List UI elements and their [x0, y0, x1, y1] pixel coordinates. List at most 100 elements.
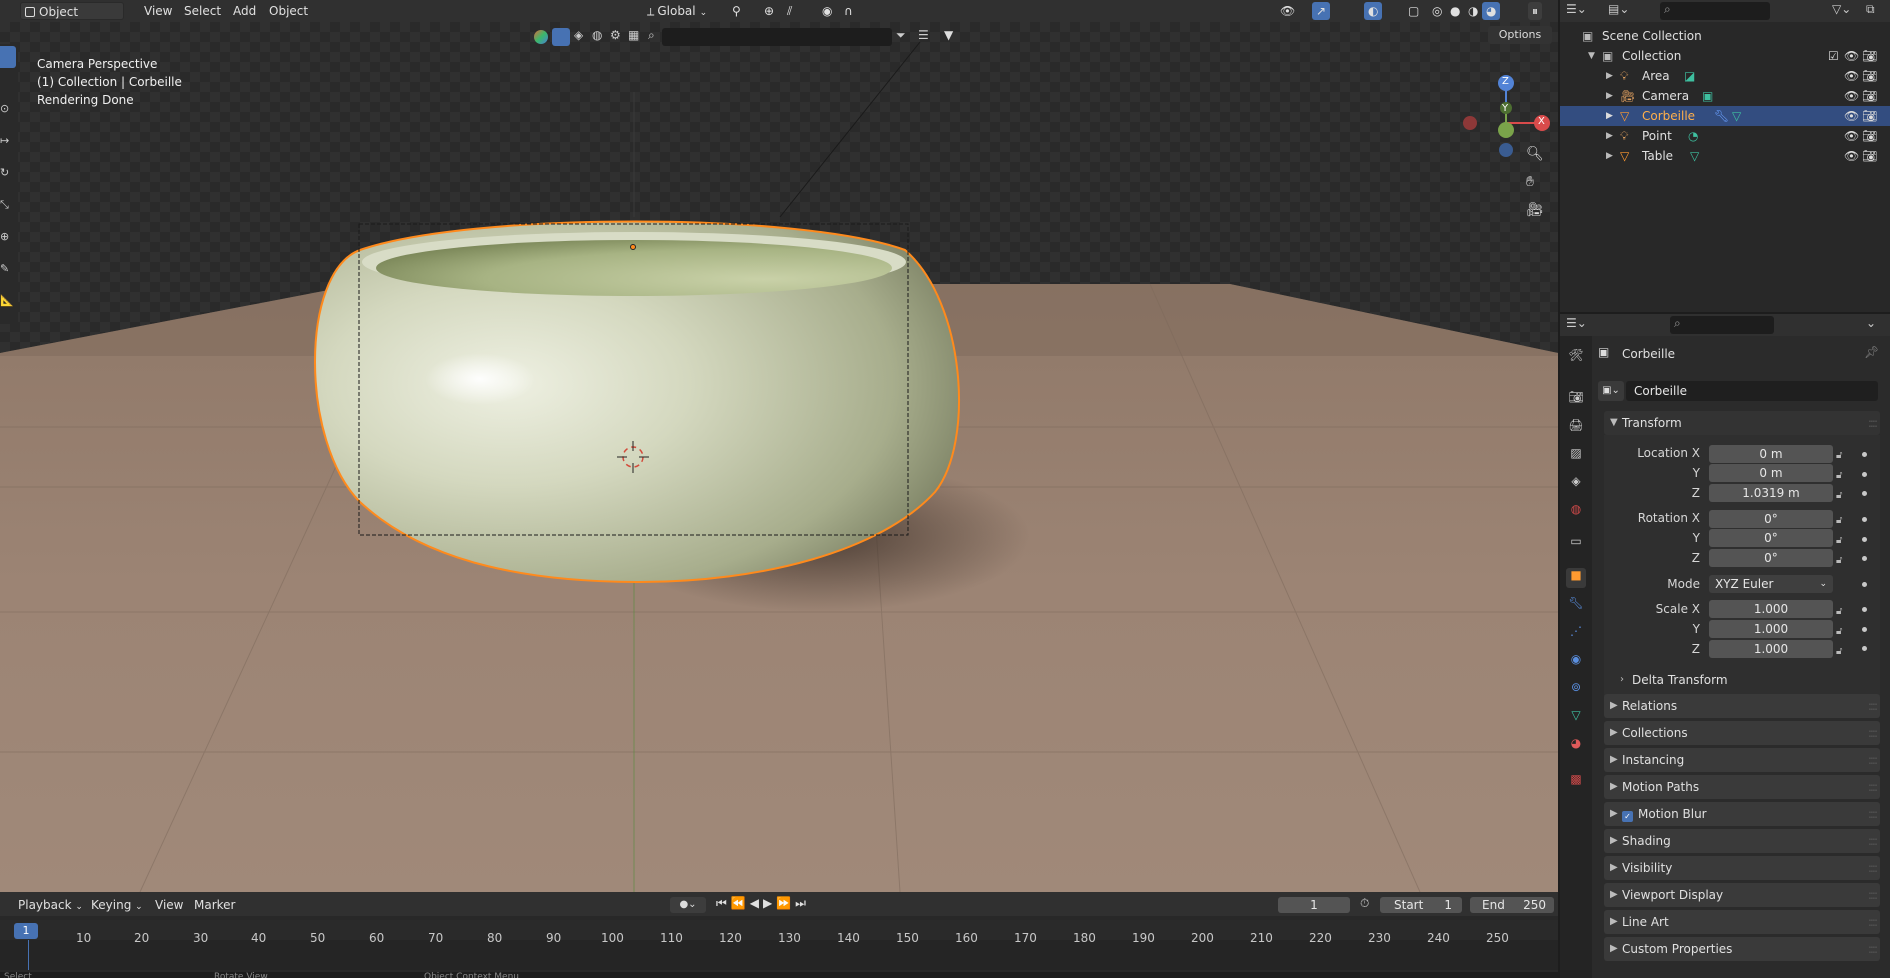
overlay-toggle-icon[interactable]: ◐ [1364, 2, 1383, 20]
texture-tab-icon[interactable]: ▩ [1566, 772, 1586, 792]
xray-icon[interactable]: ▢ [1404, 2, 1423, 20]
eye-icon[interactable]: 👁︎ [1844, 146, 1859, 166]
transform-tool-icon[interactable]: ⊕ [0, 230, 9, 243]
scale-tool-icon[interactable]: ⤡ [0, 198, 9, 212]
view-layer-icon[interactable] [552, 28, 570, 46]
custom-properties-panel[interactable]: ▶ Custom Properties:::: [1604, 937, 1880, 961]
options-button[interactable]: Options [1488, 26, 1552, 44]
menu-select[interactable]: Select [180, 2, 225, 20]
menu-object[interactable]: Object [265, 2, 312, 20]
end-frame-field[interactable]: End 250 [1470, 897, 1554, 913]
render-icon[interactable]: 📷︎ [1862, 66, 1877, 86]
transform-panel-header[interactable]: ▼ Transform :::: [1604, 411, 1880, 435]
outliner-item-area[interactable]: ▶ 💡︎ Area ◪ 👁︎ 📷︎ [1560, 66, 1890, 86]
expand-icon[interactable]: ▼ [1588, 46, 1595, 66]
relations-panel[interactable]: ▶ Relations:::: [1604, 694, 1880, 718]
properties-search-input[interactable] [1670, 316, 1774, 334]
3d-viewport[interactable]: ⊙ ↦ ↻ ⤡ ⊕ ✎ 📐 Camera Perspective (1) Col… [0, 22, 1558, 892]
playhead-frame[interactable]: 1 [14, 923, 38, 939]
lock-icon[interactable]: 🔓︎ 🔓︎ 🔓︎ [1836, 602, 1842, 662]
filter-icon[interactable]: ▽⌄ [1832, 2, 1851, 16]
keyframe-dot[interactable] [1862, 556, 1867, 561]
drag-handle-icon[interactable]: :::: [1868, 937, 1878, 961]
scale-x-field[interactable]: 1.000 [1709, 600, 1833, 618]
visibility-icon[interactable]: 👁 [1276, 2, 1299, 20]
scale-y-field[interactable]: 1.000 [1709, 620, 1833, 638]
camera-view-icon[interactable]: 🎥︎ [1526, 202, 1544, 218]
pause-render-icon[interactable]: ⏸ [1528, 2, 1543, 20]
funnel-icon[interactable]: ▼ [944, 28, 953, 42]
data-tab-icon[interactable]: ▽ [1566, 708, 1586, 728]
drag-handle-icon[interactable]: :::: [1868, 883, 1878, 907]
menu-keying[interactable]: Keying ⌄ [87, 896, 147, 914]
shading-solid-icon[interactable]: ● [1446, 2, 1464, 20]
menu-timeline-view[interactable]: View [151, 896, 187, 914]
outliner-item-corbeille[interactable]: ▶ ▽ Corbeille 🔧︎ ▽ 👁︎ 📷︎ [1560, 106, 1890, 126]
render-engine-icon[interactable] [534, 30, 548, 44]
outliner-search-input[interactable] [1660, 2, 1770, 20]
object-name-field[interactable]: Corbeille [1626, 381, 1878, 401]
view-layer-tab-icon[interactable]: ▨ [1566, 446, 1586, 466]
chevron-down-icon[interactable]: ⌄ [1866, 316, 1876, 330]
keyframe-dot[interactable] [1862, 472, 1867, 477]
rotation-x-field[interactable]: 0° [1709, 510, 1833, 528]
eye-icon[interactable]: 👁︎ [1844, 46, 1859, 66]
drag-handle-icon[interactable]: :::: [1868, 748, 1878, 772]
move-tool-icon[interactable]: ↦ [0, 134, 9, 147]
drag-handle-icon[interactable]: :::: [1868, 856, 1878, 880]
snap-target-icon[interactable]: ⫽ [783, 2, 796, 20]
collection-tab-icon[interactable]: ▭ [1566, 534, 1586, 554]
motion-blur-panel[interactable]: ▶ ✓ Motion Blur:::: [1604, 802, 1880, 826]
rotation-z-field[interactable]: 0° [1709, 549, 1833, 567]
render-icon[interactable]: 📷︎ [1862, 46, 1877, 66]
playback-controls[interactable]: ⏮⏪◀▶⏩⏭ [716, 896, 810, 911]
render-icon[interactable]: 📷︎ [1862, 86, 1877, 106]
world-tab-icon[interactable]: ◍ [1566, 502, 1586, 522]
keyframe-dot[interactable] [1862, 582, 1867, 587]
gizmo-toggle-icon[interactable]: ↗ [1312, 2, 1331, 20]
material-tab-icon[interactable]: ◕ [1566, 736, 1586, 756]
drag-handle-icon[interactable]: :::: [1868, 411, 1878, 435]
filter-icon[interactable]: ⏷ [896, 28, 906, 43]
constraints-tab-icon[interactable]: ⊚ [1566, 680, 1586, 700]
proportional-edit-icon[interactable]: ◉ [818, 2, 836, 20]
scale-z-field[interactable]: 1.000 [1709, 640, 1833, 658]
viewport-search-input[interactable] [662, 28, 892, 46]
expand-icon[interactable]: ▶ [1606, 146, 1613, 166]
mode-dropdown[interactable]: Object Mode⌄ [20, 2, 124, 37]
render-icon[interactable]: 📷︎ [1862, 106, 1877, 126]
auto-keying-icon[interactable]: ●⌄ [670, 897, 706, 913]
shading-panel[interactable]: ▶ Shading:::: [1604, 829, 1880, 853]
pivot-icon[interactable]: ⚲ [728, 2, 745, 20]
keyframe-dot[interactable] [1862, 627, 1867, 632]
rotate-tool-icon[interactable]: ↻ [0, 166, 9, 179]
shading-wireframe-icon[interactable]: ◎ [1428, 2, 1446, 20]
checkbox-icon[interactable]: ☑ [1828, 46, 1839, 66]
menu-marker[interactable]: Marker [190, 896, 239, 914]
delta-transform-subpanel[interactable]: › Delta Transform [1620, 670, 1872, 690]
scene-tab-icon[interactable]: ◈ [1566, 474, 1586, 494]
location-y-field[interactable]: 0 m [1709, 464, 1833, 482]
cube-icon[interactable]: ◈ [574, 28, 583, 42]
expand-icon[interactable]: ▶ [1606, 66, 1613, 86]
outliner-item-camera[interactable]: ▶ 🎥︎ Camera ▣ 👁︎ 📷︎ [1560, 86, 1890, 106]
collections-panel[interactable]: ▶ Collections:::: [1604, 721, 1880, 745]
particles-tab-icon[interactable]: ⋰ [1566, 624, 1586, 644]
search-icon[interactable]: ⌕ [648, 28, 655, 43]
eye-icon[interactable]: 👁︎ [1844, 106, 1859, 126]
shading-rendered-icon[interactable]: ◕ [1482, 2, 1501, 20]
keyframe-dot[interactable] [1862, 452, 1867, 457]
tool-tab-icon[interactable]: 🛠︎ [1566, 348, 1586, 368]
globe-icon[interactable]: ◍ [592, 28, 602, 42]
object-browse-icon[interactable]: ▣⌄ [1598, 381, 1624, 401]
gear-icon[interactable]: ⚙ [610, 28, 621, 42]
current-frame-field[interactable]: 1 [1278, 897, 1350, 913]
keyframe-dot[interactable] [1862, 607, 1867, 612]
line-art-panel[interactable]: ▶ Line Art:::: [1604, 910, 1880, 934]
rotation-y-field[interactable]: 0° [1709, 529, 1833, 547]
outliner-item-point[interactable]: ▶ 💡︎ Point ◔ 👁︎ 📷︎ [1560, 126, 1890, 146]
menu-view[interactable]: View [140, 2, 176, 20]
image-icon[interactable]: ▦ [628, 28, 639, 42]
eye-icon[interactable]: 👁︎ [1844, 86, 1859, 106]
drag-handle-icon[interactable]: :::: [1868, 775, 1878, 799]
